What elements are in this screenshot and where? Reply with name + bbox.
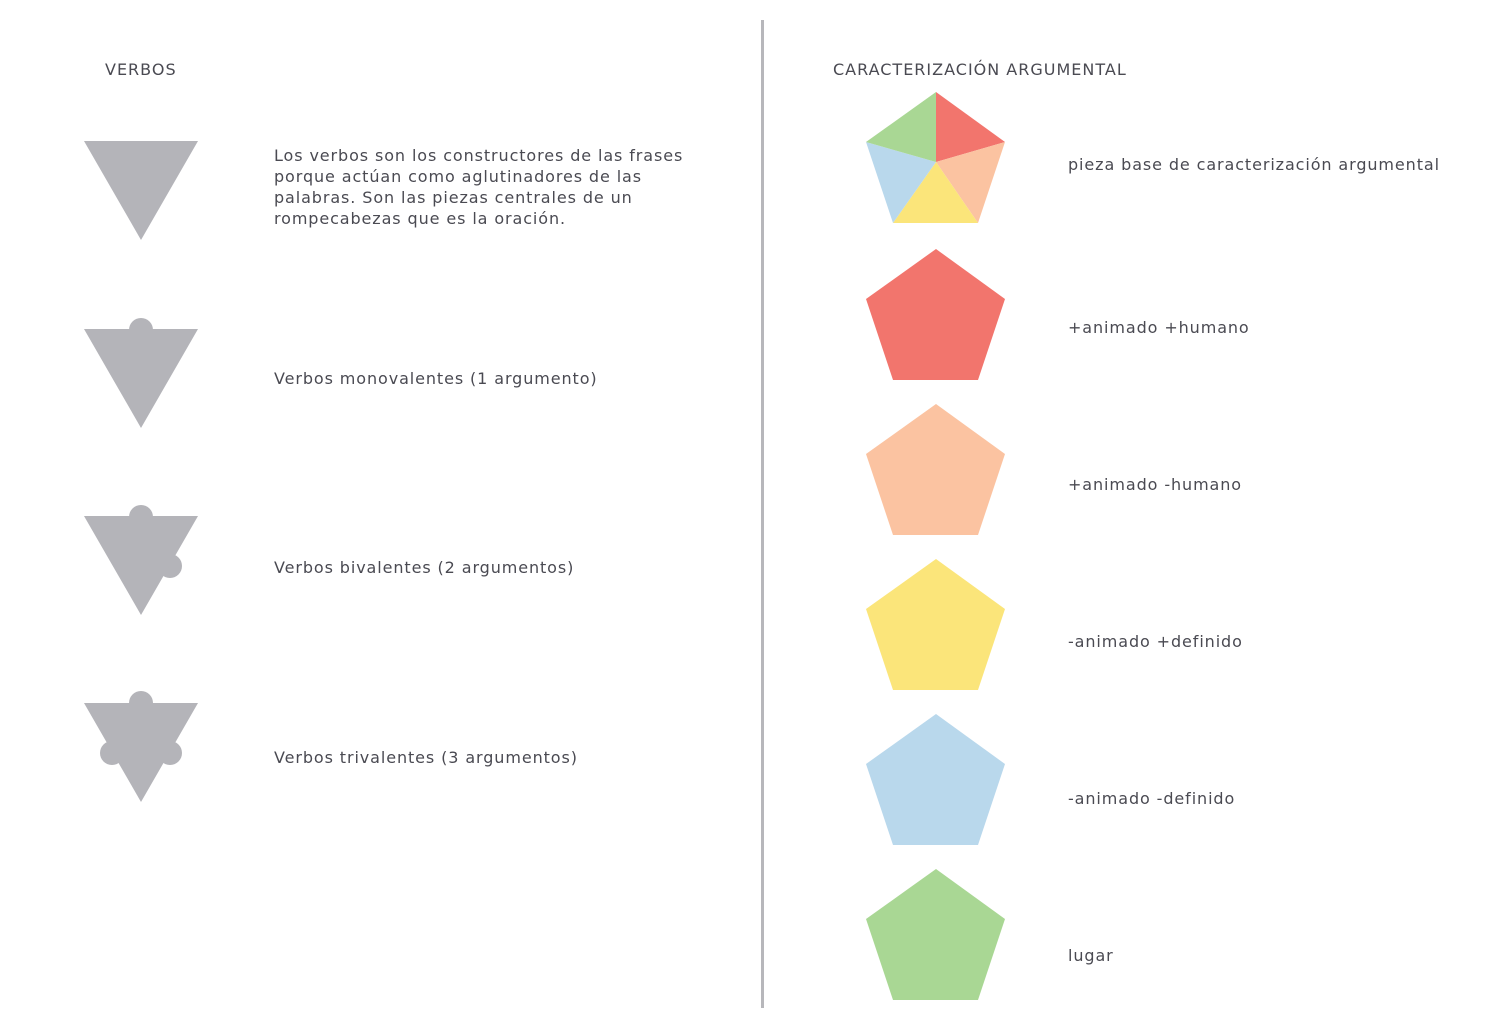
pentagon [866,404,1005,535]
verb-triangle [84,329,198,428]
bivalent-label: Verbos bivalentes (2 argumentos) [274,558,575,577]
argument-label-2: +animado -humano [1068,475,1242,494]
verb-base-triangle-icon [84,141,198,240]
argument-label-4: -animado -definido [1068,789,1236,808]
pentagon-inanimate-indefinite-icon [866,714,1005,845]
column-divider [761,20,764,1008]
argument-label-3: -animado +definido [1068,632,1243,651]
trivalent-label: Verbos trivalentes (3 argumentos) [274,748,578,767]
pentagon-inanimate-definite-icon [866,559,1005,690]
verbs-heading: VERBOS [105,60,177,79]
pentagon [866,559,1005,690]
monovalent-label: Verbos monovalentes (1 argumento) [274,369,598,388]
pentagon [866,714,1005,845]
arguments-heading: CARACTERIZACIÓN ARGUMENTAL [833,60,1127,79]
bivalent-verb-icon [84,505,198,615]
trivalent-verb-icon [84,691,198,802]
pentagon [866,869,1005,1000]
pentagon [866,249,1005,380]
pentagon-place-icon [866,869,1005,1000]
base-pentagon-icon [866,92,1005,223]
base-piece-label: pieza base de caracterización argumental [1068,155,1440,174]
pentagon-animate-human-icon [866,249,1005,380]
verbs-intro-text: Los verbos son los constructores de las … [274,146,684,228]
argument-label-5: lugar [1068,946,1114,965]
argument-label-1: +animado +humano [1068,318,1250,337]
monovalent-verb-icon [84,318,198,428]
verb-triangle [84,141,198,240]
pentagon-animate-nonhuman-icon [866,404,1005,535]
